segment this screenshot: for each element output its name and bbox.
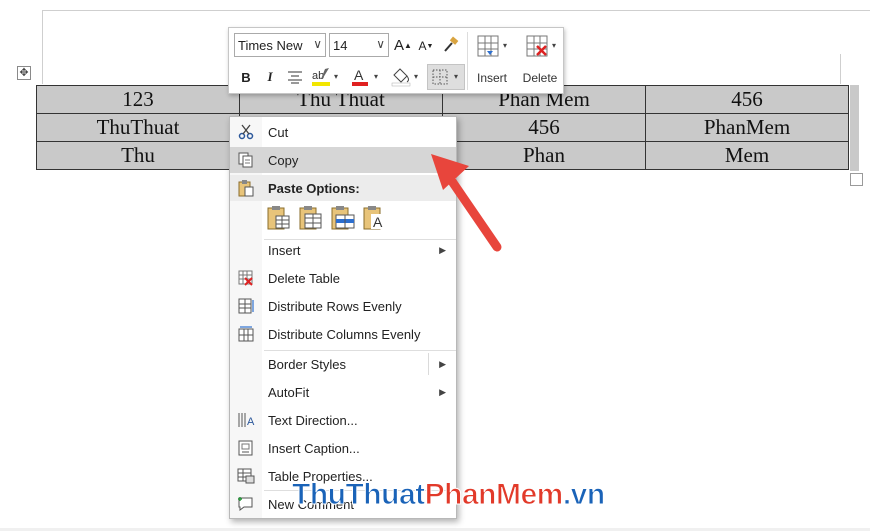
font-size-value: 14 bbox=[333, 37, 348, 53]
table-cell[interactable]: 456 bbox=[645, 85, 849, 114]
red-arrow-annotation bbox=[431, 154, 502, 252]
paste-options-label: Paste Options: bbox=[268, 180, 360, 196]
row-end-selection bbox=[850, 85, 859, 171]
menu-item-label: Cut bbox=[268, 124, 289, 140]
scissors-icon bbox=[236, 122, 256, 142]
font-name-value: Times New bbox=[238, 37, 303, 53]
menu-item-text-direction[interactable]: A Text Direction... bbox=[230, 407, 456, 433]
font-size-box[interactable]: 14 ∨ bbox=[329, 33, 389, 57]
page-edge-left bbox=[42, 10, 43, 84]
menu-item-delete-table[interactable]: Delete Table bbox=[230, 265, 456, 291]
svg-text:▾: ▾ bbox=[454, 72, 458, 81]
table-properties-icon bbox=[236, 466, 256, 486]
menu-item-autofit[interactable]: AutoFit ▶ bbox=[230, 379, 456, 405]
table-cell[interactable]: PhanMem bbox=[645, 113, 849, 142]
menu-item-distribute-columns[interactable]: Distribute Columns Evenly bbox=[230, 321, 456, 347]
toolbar-divider bbox=[467, 32, 468, 90]
delete-table-icon[interactable]: ▾ bbox=[523, 33, 561, 61]
menu-item-border-styles[interactable]: Border Styles ▶ bbox=[230, 351, 456, 377]
context-menu: Cut Copy Paste Options: A Insert ▶ Delet… bbox=[229, 116, 457, 519]
paste-options-header: Paste Options: bbox=[230, 175, 456, 201]
menu-item-label: Delete Table bbox=[268, 270, 341, 286]
shading-icon[interactable]: ▾ bbox=[389, 66, 423, 88]
format-painter-icon[interactable] bbox=[440, 34, 462, 56]
distribute-columns-icon bbox=[236, 324, 256, 344]
copy-icon bbox=[236, 150, 256, 170]
paste-options-row: A bbox=[266, 204, 388, 234]
distribute-rows-icon bbox=[236, 296, 256, 316]
svg-text:▾: ▾ bbox=[334, 72, 338, 81]
page-edge-right bbox=[840, 54, 841, 84]
shrink-font-icon[interactable]: A ▼ bbox=[417, 37, 435, 55]
insert-table-icon[interactable]: ▾ bbox=[474, 33, 512, 61]
paste-keep-text-only-icon[interactable]: A bbox=[362, 204, 388, 232]
grow-font-icon[interactable]: A ▲ bbox=[394, 35, 412, 55]
text-direction-icon: A bbox=[236, 410, 256, 430]
table-resize-handle[interactable] bbox=[850, 173, 863, 186]
menu-item-label: Text Direction... bbox=[268, 412, 358, 428]
chevron-down-icon[interactable]: ∨ bbox=[376, 37, 385, 51]
svg-text:▾: ▾ bbox=[503, 41, 507, 50]
svg-text:A: A bbox=[247, 416, 255, 428]
submenu-arrow-icon[interactable]: ▶ bbox=[439, 359, 446, 370]
chevron-down-icon[interactable]: ∨ bbox=[313, 37, 322, 51]
svg-text:▾: ▾ bbox=[414, 72, 418, 81]
page-edge-top bbox=[42, 10, 870, 11]
watermark-part: .vn bbox=[562, 478, 605, 512]
menu-item-label: Insert Caption... bbox=[268, 440, 360, 456]
watermark-part: ThuThuat bbox=[292, 478, 426, 512]
new-comment-icon bbox=[236, 494, 256, 514]
menu-item-distribute-rows[interactable]: Distribute Rows Evenly bbox=[230, 293, 456, 319]
menu-item-label: Distribute Columns Evenly bbox=[268, 326, 421, 342]
font-color-icon[interactable]: A ▾ bbox=[349, 66, 383, 88]
svg-text:▾: ▾ bbox=[374, 72, 378, 81]
svg-text:A: A bbox=[354, 67, 364, 83]
table-cell[interactable]: Thu bbox=[36, 141, 240, 170]
menu-item-cut[interactable]: Cut bbox=[230, 119, 456, 145]
insert-label[interactable]: Insert bbox=[472, 70, 512, 86]
table-move-handle-icon[interactable]: ✥ bbox=[17, 66, 31, 80]
split-divider bbox=[428, 353, 429, 375]
italic-button[interactable]: I bbox=[261, 68, 279, 86]
menu-item-label: Distribute Rows Evenly bbox=[268, 298, 402, 314]
menu-item-copy[interactable]: Copy bbox=[230, 147, 456, 173]
table-cell[interactable]: 456 bbox=[442, 113, 646, 142]
table-cell[interactable]: Mem bbox=[645, 141, 849, 170]
menu-item-label: Border Styles bbox=[268, 356, 347, 372]
table-cell[interactable]: 123 bbox=[36, 85, 240, 114]
menu-item-label: Copy bbox=[268, 152, 299, 168]
submenu-arrow-icon: ▶ bbox=[439, 386, 446, 397]
bold-button[interactable]: B bbox=[237, 68, 255, 86]
menu-item-insert-caption[interactable]: Insert Caption... bbox=[230, 435, 456, 461]
svg-text:▾: ▾ bbox=[552, 41, 556, 50]
svg-text:A: A bbox=[373, 214, 383, 230]
mini-toolbar: Times New ∨ 14 ∨ A ▲ A ▼ ▾ ▾ B I ab ▾ A ▾ ▾ … bbox=[228, 27, 564, 94]
watermark-logo: ThuThuatPhanMem.vn bbox=[292, 478, 606, 512]
menu-item-label: AutoFit bbox=[268, 384, 310, 400]
paste-insert-rows-icon[interactable] bbox=[330, 204, 356, 232]
paste-merge-table-icon[interactable] bbox=[298, 204, 324, 232]
caption-icon bbox=[236, 438, 256, 458]
borders-icon[interactable]: ▾ bbox=[427, 64, 465, 90]
highlight-color-icon[interactable]: ab ▾ bbox=[309, 66, 343, 88]
clipboard-icon bbox=[236, 178, 256, 198]
delete-table-icon bbox=[236, 268, 256, 288]
watermark-part: PhanMem bbox=[424, 478, 564, 512]
menu-item-insert[interactable]: Insert ▶ bbox=[230, 237, 456, 263]
delete-label[interactable]: Delete bbox=[517, 70, 563, 86]
font-name-box[interactable]: Times New ∨ bbox=[234, 33, 326, 57]
table-cell[interactable]: ThuThuat bbox=[36, 113, 240, 142]
align-center-icon[interactable] bbox=[285, 68, 305, 86]
paste-nest-table-icon[interactable] bbox=[266, 204, 292, 232]
menu-item-label: Insert bbox=[268, 242, 301, 258]
